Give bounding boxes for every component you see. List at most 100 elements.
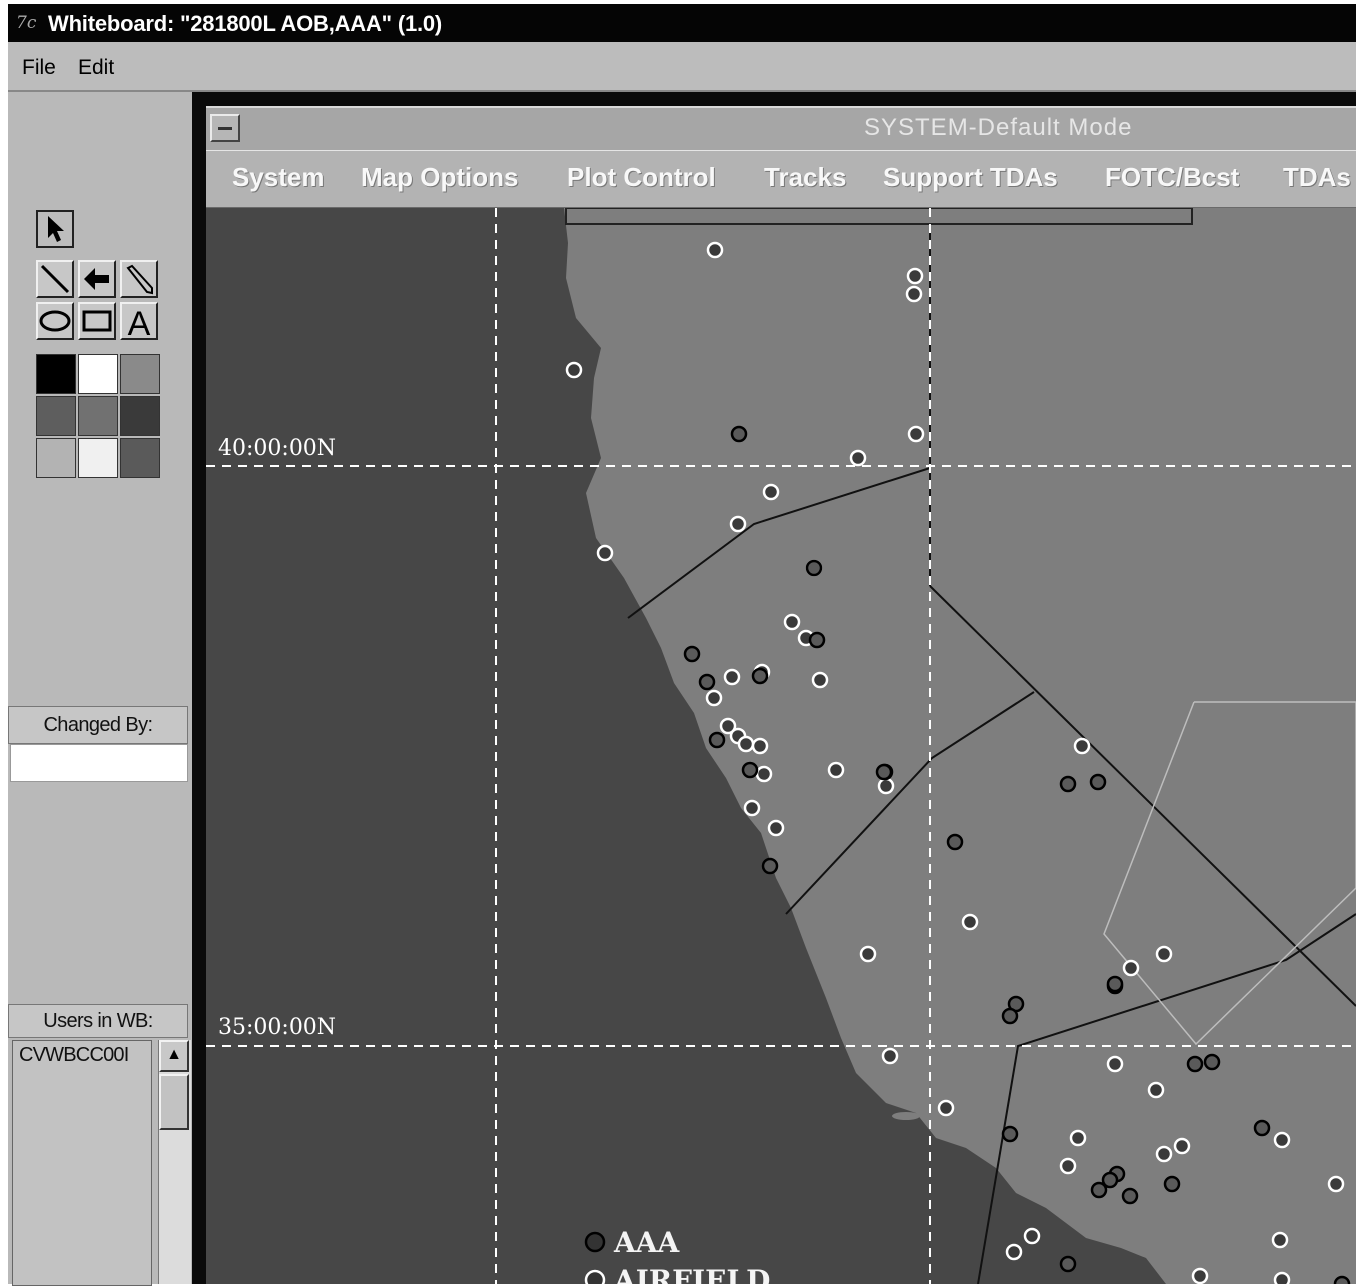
menu-tdas[interactable]: TDAs <box>1283 162 1351 193</box>
airfield-marker[interactable] <box>1069 1129 1087 1147</box>
airfield-marker[interactable] <box>565 361 583 379</box>
color-swatch[interactable] <box>36 438 76 478</box>
aaa-marker[interactable] <box>698 673 716 691</box>
aaa-marker[interactable] <box>805 559 823 577</box>
aaa-marker[interactable] <box>1001 1125 1019 1143</box>
users-scrollbar[interactable]: ▲ <box>158 1040 191 1284</box>
color-swatch[interactable] <box>78 438 118 478</box>
airfield-marker[interactable] <box>723 668 741 686</box>
text-tool-button[interactable]: A <box>120 302 158 340</box>
color-swatch[interactable] <box>120 354 160 394</box>
airfield-legend-icon <box>584 1269 606 1284</box>
airfield-marker[interactable] <box>1147 1081 1165 1099</box>
airfield-marker[interactable] <box>827 761 845 779</box>
ellipse-tool-button[interactable] <box>36 302 74 340</box>
aaa-marker[interactable] <box>1163 1175 1181 1193</box>
color-swatch[interactable] <box>120 396 160 436</box>
airfield-marker[interactable] <box>705 689 723 707</box>
menu-edit[interactable]: Edit <box>78 56 114 80</box>
airfield-marker[interactable] <box>881 1047 899 1065</box>
menu-file[interactable]: File <box>22 56 56 80</box>
aaa-marker[interactable] <box>1001 1007 1019 1025</box>
airfield-marker[interactable] <box>1271 1231 1289 1249</box>
airfield-marker[interactable] <box>743 799 761 817</box>
airfield-marker[interactable] <box>1273 1271 1291 1284</box>
airfield-marker[interactable] <box>1059 1157 1077 1175</box>
airfield-marker[interactable] <box>1273 1131 1291 1149</box>
aaa-marker[interactable] <box>741 761 759 779</box>
aaa-marker[interactable] <box>1121 1187 1139 1205</box>
airfield-marker[interactable] <box>706 241 724 259</box>
line-tool-button[interactable] <box>36 260 74 298</box>
aaa-marker[interactable] <box>1059 1255 1077 1273</box>
airfield-marker[interactable] <box>961 913 979 931</box>
users-list[interactable]: CVWBCC00I <box>12 1040 152 1286</box>
aaa-marker[interactable] <box>761 857 779 875</box>
airfield-marker[interactable] <box>1155 1145 1173 1163</box>
aaa-marker[interactable] <box>1253 1119 1271 1137</box>
menu-plot-control[interactable]: Plot Control <box>567 162 716 193</box>
airfield-marker[interactable] <box>1106 1055 1124 1073</box>
aaa-marker[interactable] <box>1059 775 1077 793</box>
airfield-marker[interactable] <box>737 735 755 753</box>
color-swatch[interactable] <box>78 396 118 436</box>
window-menu-button[interactable] <box>210 114 240 142</box>
airfield-marker[interactable] <box>1191 1267 1209 1284</box>
airfield-marker[interactable] <box>783 613 801 631</box>
aaa-marker[interactable] <box>1186 1055 1204 1073</box>
menu-map-options[interactable]: Map Options <box>361 162 518 193</box>
airfield-marker[interactable] <box>1173 1137 1191 1155</box>
airfield-marker[interactable] <box>729 515 747 533</box>
color-swatch[interactable] <box>120 438 160 478</box>
map-canvas[interactable]: 40:00:00N 35:00:00N AAA AIRFIELD <box>206 208 1356 1284</box>
color-swatch[interactable] <box>36 396 76 436</box>
airfield-marker[interactable] <box>755 765 773 783</box>
color-swatch[interactable] <box>78 354 118 394</box>
airfield-marker[interactable] <box>906 267 924 285</box>
ellipse-icon <box>39 310 71 332</box>
airfield-marker[interactable] <box>1155 945 1173 963</box>
aaa-marker[interactable] <box>683 645 701 663</box>
airfield-marker[interactable] <box>1023 1227 1041 1245</box>
airfield-marker[interactable] <box>849 449 867 467</box>
aaa-marker[interactable] <box>946 833 964 851</box>
aaa-marker[interactable] <box>708 731 726 749</box>
aaa-marker[interactable] <box>808 631 826 649</box>
airfield-marker[interactable] <box>1073 737 1091 755</box>
menu-support-tdas[interactable]: Support TDAs <box>883 162 1058 193</box>
aaa-marker[interactable] <box>1090 1181 1108 1199</box>
airfield-marker[interactable] <box>596 544 614 562</box>
airfield-marker[interactable] <box>937 1099 955 1117</box>
airfield-marker[interactable] <box>859 945 877 963</box>
airfield-marker[interactable] <box>811 671 829 689</box>
select-tool-button[interactable] <box>36 210 74 248</box>
aaa-marker[interactable] <box>875 763 893 781</box>
aaa-marker[interactable] <box>1106 975 1124 993</box>
list-item[interactable]: CVWBCC00I <box>13 1041 151 1070</box>
airfield-marker[interactable] <box>1327 1175 1345 1193</box>
aaa-marker[interactable] <box>751 667 769 685</box>
airfield-marker[interactable] <box>905 285 923 303</box>
airfield-marker[interactable] <box>751 737 769 755</box>
airfield-marker[interactable] <box>1122 959 1140 977</box>
scroll-up-button[interactable]: ▲ <box>159 1040 189 1072</box>
airfield-marker[interactable] <box>762 483 780 501</box>
airfield-marker[interactable] <box>767 819 785 837</box>
airfield-marker[interactable] <box>877 777 895 795</box>
menu-fotc-bcst[interactable]: FOTC/Bcst <box>1105 162 1239 193</box>
aaa-marker[interactable] <box>730 425 748 443</box>
airfield-marker[interactable] <box>1005 1243 1023 1261</box>
aaa-marker[interactable] <box>1089 773 1107 791</box>
aaa-marker[interactable] <box>1333 1275 1351 1284</box>
menu-tracks[interactable]: Tracks <box>764 162 846 193</box>
aaa-marker[interactable] <box>1203 1053 1221 1071</box>
window-titlebar: 7c Whiteboard: "281800L AOB,AAA" (1.0) <box>8 4 1356 42</box>
menu-system[interactable]: System <box>232 162 325 193</box>
rectangle-tool-button[interactable] <box>78 302 116 340</box>
arrow-tool-button[interactable] <box>78 260 116 298</box>
lat-label-35n: 35:00:00N <box>218 1015 336 1040</box>
airfield-marker[interactable] <box>907 425 925 443</box>
scroll-thumb[interactable] <box>159 1074 189 1130</box>
pencil-tool-button[interactable] <box>120 260 158 298</box>
color-swatch[interactable] <box>36 354 76 394</box>
